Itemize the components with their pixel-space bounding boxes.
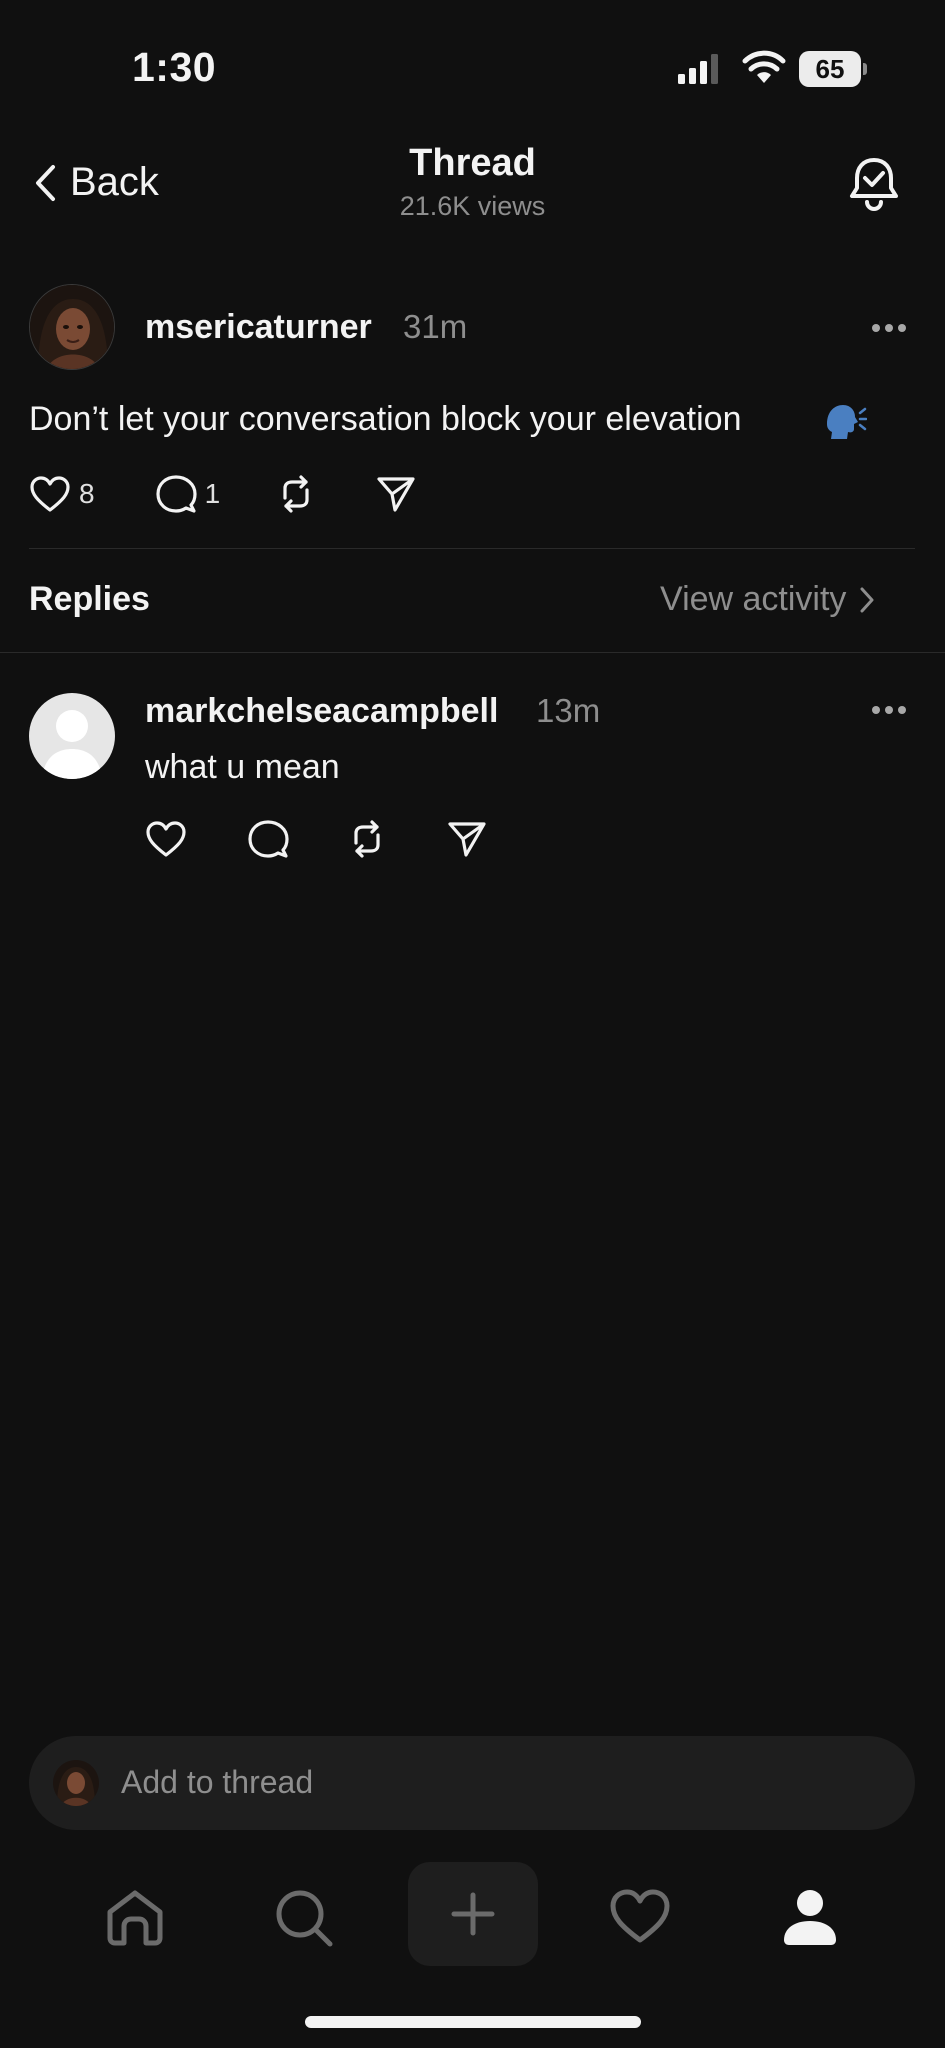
divider (0, 652, 945, 653)
speaking-head-icon (823, 402, 867, 442)
heart-icon (30, 476, 70, 512)
heart-icon[interactable] (609, 1888, 671, 1944)
share-button[interactable] (447, 820, 487, 858)
repost-button[interactable] (276, 474, 316, 514)
author-avatar[interactable] (29, 284, 115, 370)
composer-placeholder: Add to thread (121, 1764, 314, 1800)
profile-icon[interactable] (782, 1888, 838, 1946)
author-username[interactable]: msericaturner (145, 308, 372, 347)
reply-timestamp: 13m (536, 692, 601, 729)
post-actions: 8 1 (29, 474, 416, 514)
view-activity-link[interactable]: View activity (660, 580, 874, 619)
like-button[interactable]: 8 (29, 475, 95, 513)
share-button[interactable] (376, 475, 416, 513)
reply-avatar[interactable] (29, 693, 115, 779)
comment-icon (155, 475, 197, 513)
wifi-icon (742, 50, 786, 84)
like-button[interactable] (145, 820, 187, 858)
like-count: 8 (79, 478, 95, 509)
battery-cap (863, 63, 867, 75)
heart-icon (146, 821, 186, 857)
comment-count: 1 (204, 478, 221, 509)
chevron-right-icon (860, 587, 874, 612)
notification-bell-icon[interactable] (848, 156, 900, 212)
post-text: Don’t let your conversation block your e… (29, 400, 742, 438)
view-activity-label: View activity (660, 580, 847, 618)
user-avatar (53, 1760, 99, 1806)
page-title: Thread (409, 142, 536, 184)
repost-icon (283, 475, 309, 513)
comment-button[interactable]: 1 (155, 474, 221, 514)
divider (29, 548, 915, 549)
more-options-icon[interactable] (872, 324, 906, 334)
cellular-signal-icon (678, 54, 722, 86)
repost-icon (354, 820, 380, 858)
new-thread-button[interactable] (408, 1862, 538, 1966)
post-timestamp: 31m (403, 308, 468, 345)
comment-button[interactable] (247, 819, 289, 859)
repost-button[interactable] (347, 819, 387, 859)
more-options-icon[interactable] (872, 706, 906, 716)
send-icon (377, 477, 415, 512)
home-icon[interactable] (104, 1888, 166, 1946)
reply-text: what u mean (145, 748, 340, 786)
send-icon (448, 822, 486, 857)
view-count: 21.6K views (399, 191, 546, 221)
replies-heading: Replies (29, 580, 150, 618)
reply-username[interactable]: markchelseacampbell (145, 692, 498, 731)
plus-icon (451, 1892, 495, 1936)
home-indicator (305, 2016, 641, 2028)
battery-indicator: 65 (799, 51, 861, 87)
status-time: 1:30 (132, 44, 217, 90)
search-icon[interactable] (274, 1888, 334, 1948)
reply-actions (145, 819, 487, 859)
comment-icon (248, 820, 289, 858)
